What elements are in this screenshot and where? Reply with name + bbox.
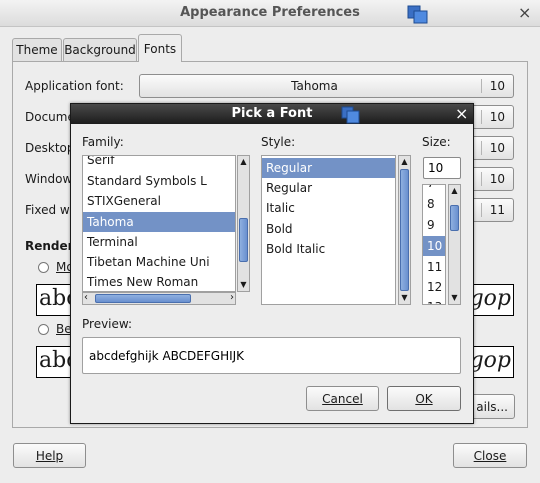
- button-label: Cancel: [322, 391, 363, 406]
- style-item[interactable]: Italic: [262, 198, 395, 218]
- family-item[interactable]: Terminal: [83, 232, 235, 252]
- family-item[interactable]: Times New Roman: [83, 272, 235, 291]
- scroll-down-icon[interactable]: ▼: [238, 279, 249, 291]
- size-item[interactable]: 8: [423, 194, 445, 214]
- font-size: 10: [480, 110, 505, 124]
- size-item[interactable]: 7: [423, 185, 445, 193]
- scroll-thumb[interactable]: [450, 205, 459, 231]
- style-label: Style:: [261, 135, 296, 149]
- font-name: Tahoma: [291, 79, 338, 93]
- best-shapes-radio[interactable]: [38, 324, 49, 335]
- style-item[interactable]: Bold: [262, 219, 395, 239]
- family-item[interactable]: Tibetan Machine Uni: [83, 252, 235, 272]
- help-button[interactable]: Help: [13, 443, 86, 468]
- style-item[interactable]: Regular: [262, 178, 395, 198]
- app-icon: [407, 4, 429, 24]
- window-title-font-label: Window: [25, 172, 73, 186]
- scroll-right-icon[interactable]: ›: [230, 292, 234, 303]
- close-icon[interactable]: ×: [518, 3, 531, 22]
- tab-theme[interactable]: Theme: [12, 38, 62, 61]
- close-button[interactable]: Close: [453, 443, 527, 468]
- size-input[interactable]: [423, 157, 461, 179]
- desktop-font-button[interactable]: 10: [470, 136, 514, 160]
- font-size: 11: [480, 203, 505, 217]
- size-label: Size:: [422, 135, 451, 149]
- best-shapes-sample-right: gop: [470, 346, 514, 378]
- monochrome-sample-right: gop: [470, 284, 514, 316]
- button-label: OK: [415, 391, 433, 406]
- family-item-selected[interactable]: Tahoma: [83, 212, 235, 232]
- sample-text: gop: [470, 286, 511, 311]
- font-size: 10: [480, 172, 505, 186]
- scroll-left-icon[interactable]: ‹: [84, 292, 88, 303]
- ok-button[interactable]: OK: [387, 386, 461, 411]
- tab-fonts[interactable]: Fonts: [138, 34, 182, 62]
- tab-label: Fonts: [143, 41, 177, 56]
- dialog-close-icon[interactable]: ×: [455, 104, 468, 123]
- rendering-heading: Render: [25, 239, 74, 253]
- scroll-down-icon[interactable]: ▼: [449, 292, 460, 304]
- family-label: Family:: [82, 135, 124, 149]
- scroll-thumb[interactable]: [400, 169, 409, 291]
- document-font-label: Docume: [25, 110, 75, 124]
- family-hscrollbar[interactable]: ‹ ›: [82, 292, 236, 305]
- style-list[interactable]: Regular Regular Italic Bold Bold Italic: [261, 155, 396, 305]
- pick-font-dialog: Pick a Font × Family: Serif Standard Sym…: [70, 103, 474, 424]
- cancel-button[interactable]: Cancel: [306, 386, 379, 411]
- main-titlebar: Appearance Preferences ×: [0, 0, 540, 27]
- desktop-font-label: Desktop: [25, 141, 75, 155]
- family-item[interactable]: Serif: [83, 156, 235, 170]
- tab-label: Theme: [16, 43, 58, 57]
- style-item-selected[interactable]: Regular: [262, 158, 395, 178]
- scroll-up-icon[interactable]: ▲: [449, 185, 460, 197]
- size-item[interactable]: 12: [423, 277, 445, 297]
- size-item[interactable]: 13: [423, 297, 445, 304]
- size-item[interactable]: 11: [423, 257, 445, 277]
- size-item-selected[interactable]: 10: [423, 236, 445, 256]
- dialog-title: Pick a Font: [231, 106, 313, 121]
- monochrome-sample: abc: [36, 284, 72, 316]
- dialog-app-icon: [341, 105, 361, 124]
- scroll-thumb[interactable]: [95, 294, 191, 303]
- tab-background[interactable]: Background: [63, 38, 137, 61]
- preview-text-field[interactable]: [82, 337, 461, 374]
- style-vscrollbar[interactable]: ▲ ▼: [398, 155, 411, 305]
- sample-text: abc: [39, 348, 71, 373]
- document-font-button[interactable]: 10: [470, 105, 514, 129]
- tab-label: Background: [64, 43, 136, 57]
- scroll-down-icon[interactable]: ▼: [399, 292, 410, 304]
- family-vscrollbar[interactable]: ▲ ▼: [237, 155, 250, 292]
- scroll-up-icon[interactable]: ▲: [238, 156, 249, 168]
- dialog-titlebar: Pick a Font ×: [71, 104, 473, 124]
- monochrome-radio[interactable]: [38, 262, 49, 273]
- application-font-button[interactable]: Tahoma 10: [139, 74, 514, 98]
- button-label: Help: [35, 448, 64, 463]
- button-label: Close: [473, 448, 507, 463]
- font-size: 10: [480, 141, 505, 155]
- family-item[interactable]: STIXGeneral: [83, 191, 235, 211]
- sample-text: gop: [470, 348, 511, 373]
- button-label: ails...: [476, 399, 508, 414]
- size-item[interactable]: 9: [423, 215, 445, 235]
- window-title: Appearance Preferences: [180, 5, 360, 20]
- application-font-label: Application font:: [25, 79, 124, 93]
- scroll-thumb[interactable]: [239, 218, 248, 262]
- best-shapes-sample: abc: [36, 346, 72, 378]
- scroll-up-icon[interactable]: ▲: [399, 156, 410, 168]
- style-item[interactable]: Bold Italic: [262, 239, 395, 259]
- font-size: 10: [480, 79, 505, 93]
- fixed-width-font-button[interactable]: 11: [470, 198, 514, 222]
- preview-label: Preview:: [82, 317, 133, 331]
- window-title-font-button[interactable]: 10: [470, 167, 514, 191]
- fixed-width-font-label: Fixed wi: [25, 203, 74, 217]
- sample-text: abc: [39, 286, 71, 311]
- family-item[interactable]: Standard Symbols L: [83, 171, 235, 191]
- size-vscrollbar[interactable]: ▲ ▼: [448, 184, 461, 305]
- family-list[interactable]: Serif Standard Symbols L STIXGeneral Tah…: [82, 155, 236, 292]
- size-list[interactable]: 7 8 9 10 11 12 13: [422, 184, 446, 305]
